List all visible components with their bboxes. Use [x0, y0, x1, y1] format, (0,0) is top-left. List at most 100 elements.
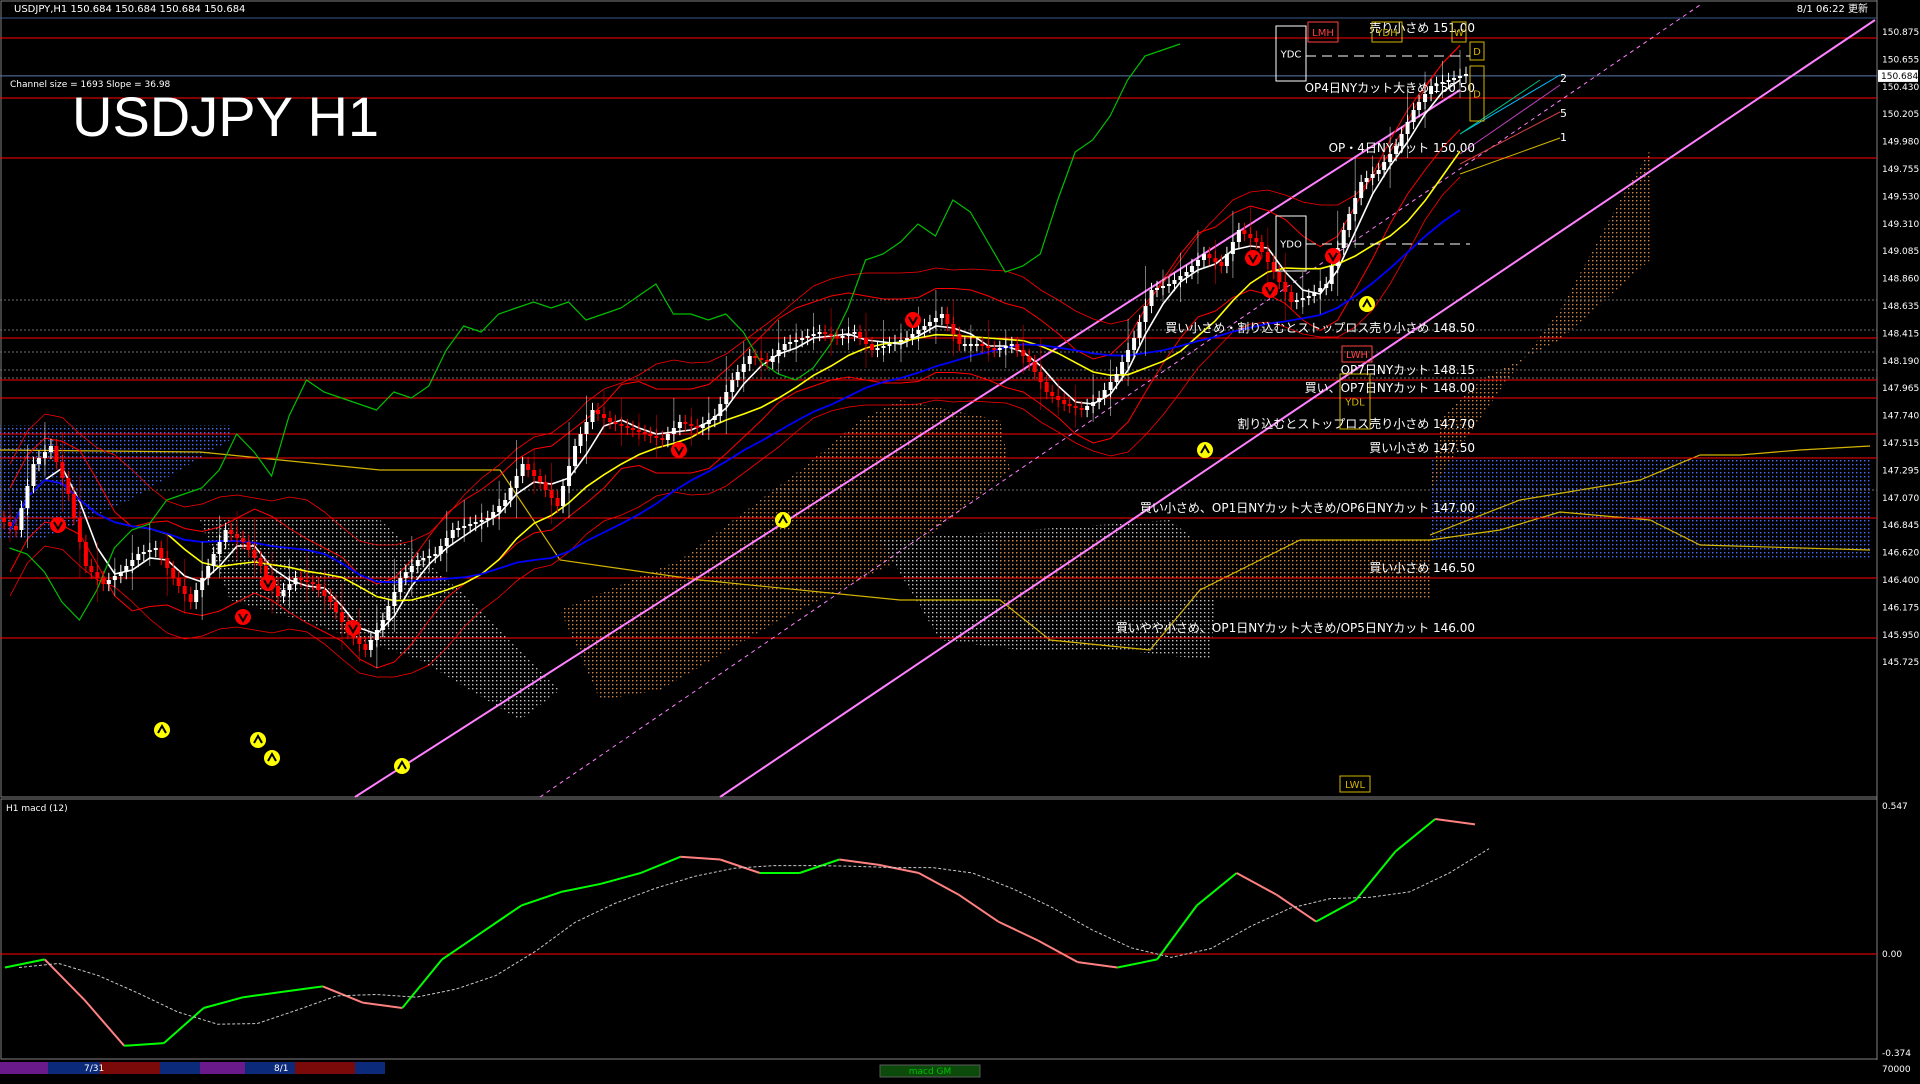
current-price-text: 150.684: [1881, 72, 1918, 82]
macd-segment: [600, 872, 641, 885]
candle-body: [1079, 408, 1084, 410]
macd-segment: [1435, 818, 1476, 826]
macd-segment: [1315, 899, 1357, 923]
price-tick-label: 148.190: [1882, 357, 1919, 367]
candle-body: [555, 498, 560, 506]
d-label-1: D: [1473, 47, 1481, 58]
candle-body: [229, 530, 234, 534]
candle-body: [1411, 110, 1416, 122]
price-tick-label: 149.085: [1882, 247, 1919, 257]
candle-body: [1027, 356, 1032, 362]
candle-body: [276, 586, 281, 596]
macd-segment: [918, 872, 959, 896]
candle-body: [1155, 288, 1160, 290]
candle-body: [1050, 392, 1055, 396]
candle-body: [665, 434, 670, 440]
price-tick-label: 149.530: [1882, 192, 1919, 202]
price-chart-canvas[interactable]: 売り小さめ 151.00OP4日NYカット大きめ 150.50OP・4日NYカッ…: [0, 0, 1920, 1080]
ydh-label: YDH: [1375, 28, 1397, 39]
candle-body: [293, 578, 298, 584]
candle-body: [403, 572, 408, 578]
candle-body: [753, 356, 758, 358]
candle-body: [892, 342, 897, 344]
price-tick-label: 146.175: [1882, 603, 1919, 613]
macd-segment: [401, 958, 443, 1009]
macd-segment: [839, 858, 880, 866]
date-label-0731: 7/31: [84, 1064, 104, 1074]
macd-segment: [1236, 872, 1277, 896]
candle-body: [1347, 214, 1352, 230]
price-tick-label: 147.295: [1882, 466, 1919, 476]
candle-body: [538, 476, 543, 482]
candle-body: [118, 572, 123, 576]
candle-body: [1242, 230, 1247, 234]
candle-body: [1382, 162, 1387, 170]
timeline-bar: macd GM 7/31 8/1 70000: [0, 1062, 1911, 1078]
w-label: W: [1454, 28, 1464, 39]
candle-body: [106, 580, 111, 584]
candle-body: [1376, 170, 1381, 174]
candle-body: [241, 538, 246, 542]
candle-body: [281, 590, 286, 596]
price-tick-label: 146.845: [1882, 521, 1919, 531]
macd-title: H1 macd (12): [6, 804, 68, 814]
candle-body: [258, 558, 263, 566]
price-tick-label: 149.755: [1882, 165, 1919, 175]
candle-body: [700, 424, 705, 428]
candle-body: [543, 482, 548, 490]
candle-body: [835, 336, 840, 338]
level-label: 買い小さめ・割り込むとストップロス売り小さめ 148.50: [1165, 320, 1475, 335]
candle-body: [491, 512, 496, 518]
candle-body: [328, 596, 333, 602]
ydl-label: YDL: [1344, 398, 1365, 409]
candle-body: [852, 332, 857, 334]
price-tick-label: 146.400: [1882, 576, 1919, 586]
candle-body: [1097, 398, 1102, 402]
macd-segment: [282, 985, 323, 993]
candle-body: [1062, 400, 1067, 404]
price-tick-label: 146.620: [1882, 549, 1919, 559]
candle-body: [298, 578, 303, 580]
symbol-ohlc-line: USDJPY,H1 150.684 150.684 150.684 150.68…: [14, 4, 245, 15]
candle-body: [573, 446, 578, 466]
candle-body: [927, 322, 932, 326]
candle-body: [188, 594, 193, 602]
candle-body: [456, 528, 461, 530]
projection-fan-1: [1459, 74, 1561, 135]
candle-body: [71, 494, 76, 518]
price-tick-label: 147.965: [1882, 384, 1919, 394]
candle-body: [1189, 266, 1194, 272]
chart-title: USDJPY H1: [72, 85, 379, 148]
candle-body: [712, 416, 717, 420]
candle-body: [159, 548, 164, 558]
macd-segment: [521, 890, 562, 907]
candle-body: [625, 426, 630, 428]
level-label: 買い小さめ 146.50: [1369, 561, 1475, 575]
candle-body: [433, 554, 438, 556]
candle-body: [1294, 300, 1299, 302]
macd-segment: [1275, 893, 1317, 923]
candle-body: [823, 332, 828, 334]
macd-segment: [561, 882, 602, 893]
candle-body: [153, 548, 158, 550]
price-tick-label: 147.740: [1882, 412, 1919, 422]
candle-body: [1132, 338, 1137, 350]
candle-body: [1207, 254, 1212, 258]
ydc-label: YDC: [1280, 50, 1302, 61]
timeline-right-label: 70000: [1882, 1065, 1911, 1075]
candle-body: [468, 524, 473, 526]
candle-body: [54, 446, 59, 462]
macd-axis-top: 0.547: [1882, 802, 1908, 812]
candle-body: [19, 508, 24, 530]
level-label: OP4日NYカット大きめ 150.50: [1305, 81, 1475, 95]
candle-body: [800, 338, 805, 340]
level-label: 買い、OP7日NYカット 148.00: [1305, 381, 1475, 395]
candle-body: [1254, 238, 1259, 242]
candle-body: [386, 606, 391, 620]
candle-body: [176, 578, 181, 586]
candle-body: [782, 344, 787, 350]
candle-body: [136, 554, 141, 560]
candle-body: [765, 360, 770, 362]
candle-body: [264, 566, 269, 576]
candle-body: [1120, 362, 1125, 374]
